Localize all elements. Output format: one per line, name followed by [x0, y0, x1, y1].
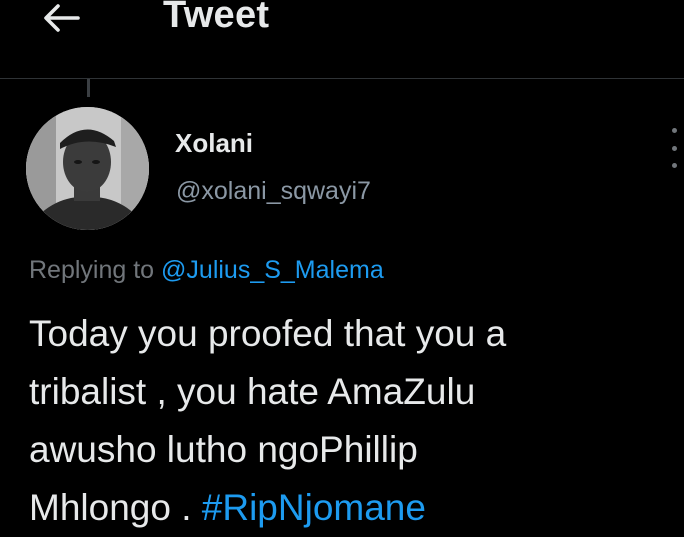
replying-to: Replying to @Julius_S_Malema [29, 256, 384, 285]
more-dot-icon [671, 145, 677, 151]
replying-prefix: Replying to [29, 256, 155, 284]
replying-mention-link[interactable]: @Julius_S_Malema [161, 256, 384, 284]
author-name[interactable]: Xolani [175, 128, 253, 159]
arrow-left-icon [44, 4, 80, 32]
tweet-text-line: Today you proofed that you a [29, 313, 507, 354]
tweet-text-line: awusho lutho ngoPhillip [29, 429, 418, 470]
tweet-text: Today you proofed that you a tribalist ,… [29, 305, 669, 537]
avatar[interactable] [26, 107, 149, 230]
top-bar: Tweet [0, 0, 684, 79]
back-button[interactable] [40, 0, 84, 36]
thread-connector [87, 79, 90, 97]
hashtag-link[interactable]: #RipNjomane [202, 487, 426, 528]
tweet-text-line: Mhlongo . [29, 487, 192, 528]
more-dot-icon [671, 163, 677, 168]
tweet-text-line: tribalist , you hate AmaZulu [29, 371, 476, 412]
profile-photo [26, 107, 149, 230]
author-handle[interactable]: @xolani_sqwayi7 [176, 177, 371, 206]
more-options-button[interactable] [664, 128, 684, 168]
tweet-text-line-last: Mhlongo . #RipNjomane [29, 479, 669, 537]
more-dot-icon [671, 128, 677, 133]
page-title: Tweet [163, 0, 270, 36]
